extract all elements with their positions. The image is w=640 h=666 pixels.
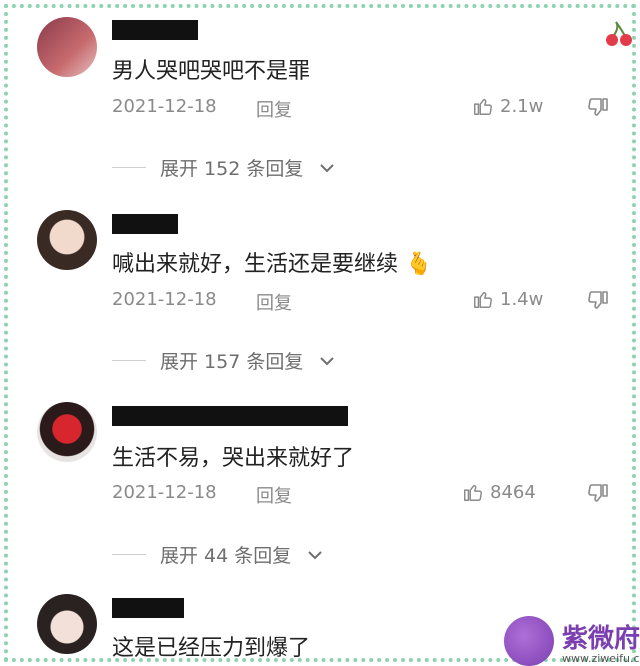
expand-replies-button[interactable]: 展开 157 条回复 xyxy=(112,347,335,374)
expand-replies-label: 展开 44 条回复 xyxy=(160,545,292,567)
thumbs-down-icon[interactable] xyxy=(586,289,610,313)
thumbs-up-icon xyxy=(474,98,492,115)
like-button[interactable]: 2.1w xyxy=(472,95,543,117)
username-redacted[interactable] xyxy=(112,598,184,618)
avatar[interactable] xyxy=(37,402,97,462)
thumbs-up-icon xyxy=(464,484,482,501)
cherry-icon xyxy=(606,21,632,46)
watermark-url: www.ziweifu.com xyxy=(562,652,640,665)
username-redacted[interactable] xyxy=(112,20,198,40)
comment-text: 男人哭吧哭吧不是罪 xyxy=(112,59,311,84)
avatar[interactable] xyxy=(37,210,97,270)
comment-text-content: 喊出来就好，生活还是要继续 xyxy=(112,252,399,277)
comment-text: 喊出来就好，生活还是要继续 🫰 xyxy=(112,246,432,278)
expand-replies-label: 展开 152 条回复 xyxy=(160,158,304,180)
chevron-down-icon xyxy=(320,356,335,365)
avatar[interactable] xyxy=(37,594,97,654)
finger-heart-emoji: 🫰 xyxy=(405,252,433,277)
reply-button[interactable]: 回复 xyxy=(256,482,292,508)
chevron-down-icon xyxy=(308,550,322,559)
reply-button[interactable]: 回复 xyxy=(256,289,292,315)
chevron-down-icon xyxy=(320,163,335,172)
like-count: 2.1w xyxy=(500,95,544,117)
like-button[interactable]: 8464 xyxy=(462,481,536,503)
divider xyxy=(112,167,146,168)
divider xyxy=(112,554,146,555)
like-button[interactable]: 1.4w xyxy=(472,288,543,310)
thumbs-up-icon xyxy=(474,291,492,308)
expand-replies-button[interactable]: 展开 44 条回复 xyxy=(112,541,323,568)
reply-button[interactable]: 回复 xyxy=(256,96,292,122)
comment-date: 2021-12-18 xyxy=(112,96,217,117)
thumbs-down-icon[interactable] xyxy=(586,96,610,120)
watermark-title: 紫微府 xyxy=(562,624,640,654)
comment-date: 2021-12-18 xyxy=(112,482,217,503)
username-redacted[interactable] xyxy=(112,214,178,234)
watermark-logo-icon xyxy=(504,616,554,666)
divider xyxy=(112,360,146,361)
expand-replies-label: 展开 157 条回复 xyxy=(160,351,304,373)
avatar[interactable] xyxy=(37,17,97,77)
watermark: 紫微府 www.ziweifu.com xyxy=(504,616,640,666)
expand-replies-button[interactable]: 展开 152 条回复 xyxy=(112,154,335,181)
comment-text: 生活不易，哭出来就好了 xyxy=(112,446,355,471)
username-redacted[interactable] xyxy=(112,406,348,426)
like-count: 1.4w xyxy=(500,288,544,310)
like-count: 8464 xyxy=(490,481,536,503)
comment-text: 这是已经压力到爆了 xyxy=(112,636,311,661)
thumbs-down-icon[interactable] xyxy=(586,482,610,506)
comment-date: 2021-12-18 xyxy=(112,289,217,310)
